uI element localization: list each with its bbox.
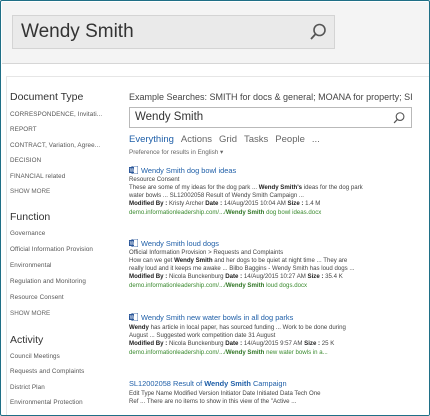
word-document-icon: W [129,166,138,174]
refiner-item[interactable]: CORRESPONDENCE, Invitati... [10,111,102,118]
top-search-bar: Wendy Smith [2,2,429,64]
tab-more[interactable]: ... [312,134,320,145]
tab-tasks[interactable]: Tasks [244,134,268,145]
example-searches: Example Searches: SMITH for docs & gener… [129,92,413,102]
refiner-heading-activity: Activity [10,334,44,346]
show-more-link[interactable]: SHOW MORE [10,310,50,317]
word-document-icon: W [129,239,138,247]
tab-people[interactable]: People [275,134,305,145]
word-document-icon: W [129,313,138,321]
result-snippet: Edit Type Name Modified Version Initiato… [129,390,321,397]
result-snippet: Wendy has article in local paper, has so… [129,324,346,331]
refiner-item[interactable]: Resource Consent [10,294,64,301]
result-metadata: Modified By : Nicola Bunckenburg Date : … [129,340,335,347]
result-title-link[interactable]: SL12002058 Result of Wendy Smith Campaig… [129,379,287,388]
app-frame: Wendy Smith Document Type CORRESPONDENCE… [0,0,430,416]
result-snippet: How can we get Wendy Smith and her dogs … [129,257,348,264]
refiner-heading-function: Function [10,211,51,223]
result-metadata: Modified By : Kristy Archer Date : 14/Au… [129,200,321,207]
search-input[interactable]: Wendy Smith [129,107,412,128]
result-category: Official Information Provision > Request… [129,249,284,256]
result-title-link[interactable]: W Wendy Smith new water bowls in all dog … [129,313,293,322]
tab-grid[interactable]: Grid [219,134,237,145]
refiner-heading-document-type: Document Type [10,91,84,103]
svg-text:W: W [130,168,135,174]
refiner-item[interactable]: District Plan [10,384,45,391]
result-url[interactable]: demo.informationleadership.com/.../Wendy… [129,209,321,216]
refiner-item[interactable]: Governance [10,230,45,237]
result-url[interactable]: demo.informationleadership.com/.../Wendy… [129,349,328,356]
search-verticals: Everything Actions Grid Tasks People... [129,129,327,145]
top-search-value: Wendy Smith [21,21,134,42]
refiner-item[interactable]: Regulation and Monitoring [10,278,86,285]
refiner-item[interactable]: CONTRACT, Variation, Agree... [10,142,100,149]
result-snippet: August ... Suggested work competition da… [129,332,276,339]
result-snippet: water bowls ... SL12002058 Result of Wen… [129,192,305,199]
refiner-item[interactable]: REPORT [10,126,37,133]
result-category: Resource Consent [129,176,180,183]
tab-actions[interactable]: Actions [181,134,212,145]
tab-everything[interactable]: Everything [129,134,174,145]
result-snippet: These are some of my ideas for the dog p… [129,184,363,191]
refiner-item[interactable]: DECISION [10,157,41,164]
result-snippet: really loud and it keeps me awake ... Bi… [129,265,355,272]
search-icon[interactable] [308,22,328,42]
show-more-link[interactable]: SHOW MORE [10,188,50,195]
language-preference[interactable]: Preference for results in English ▾ [129,149,223,156]
refiner-item[interactable]: Requests and Complaints [10,368,84,375]
top-search-input[interactable]: Wendy Smith [12,15,335,49]
refiner-item[interactable]: Environmental [10,262,52,269]
result-url[interactable]: demo.informationleadership.com/.../Wendy… [129,282,307,289]
svg-text:W: W [130,315,135,321]
refiner-item[interactable]: FINANCIAL related [10,173,65,180]
refiner-item[interactable]: Environmental Protection [10,399,83,406]
search-icon[interactable] [392,111,406,125]
refiner-item[interactable]: Official Information Provision [10,246,93,253]
result-snippet: Ref ... There are no items to show in th… [129,398,297,405]
svg-text:W: W [130,241,135,247]
result-title-link[interactable]: W Wendy Smith dog bowl ideas [129,166,236,175]
search-value: Wendy Smith [135,111,204,123]
refiner-item[interactable]: Council Meetings [10,353,60,360]
result-metadata: Modified By : Nicola Bunckenburg Date : … [129,273,343,280]
result-title-link[interactable]: W Wendy Smith loud dogs [129,239,219,248]
